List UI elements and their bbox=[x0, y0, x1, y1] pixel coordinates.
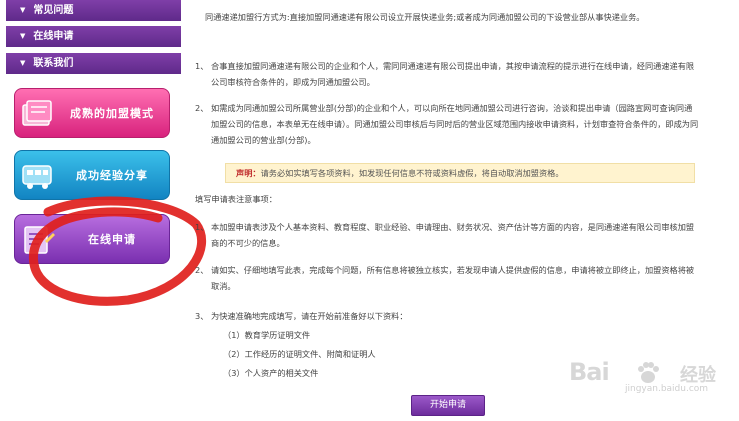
banner-online-apply[interactable]: 在线申请 bbox=[14, 214, 170, 264]
triangle-down-icon: ▼ bbox=[20, 59, 26, 67]
nav-online-apply[interactable]: ▼ 在线申请 bbox=[6, 26, 181, 47]
start-apply-button[interactable]: 开始申请 bbox=[411, 395, 485, 416]
nav-contact[interactable]: ▼ 联系我们 bbox=[6, 53, 181, 74]
nav-faq-label: 常见问题 bbox=[33, 5, 74, 16]
rule-text: 本加盟申请表涉及个人基本资料、教育程度、职业经验、申请理由、财务状况、资产估计等… bbox=[211, 222, 695, 248]
paw-icon bbox=[638, 362, 659, 383]
banner-success-sharing-label: 成功经验分享 bbox=[76, 169, 148, 182]
item-number: 2、 bbox=[195, 103, 209, 113]
triangle-down-icon: ▼ bbox=[20, 6, 26, 14]
watermark-url: jingyan.baidu.com bbox=[625, 384, 709, 394]
item-text: 合事直接加盟同通速递有限公司的企业和个人，需同同通速递有限公司提出申请，其按申请… bbox=[211, 61, 695, 87]
rule-number: 2、 bbox=[195, 265, 209, 275]
doc-item: （1）教育学历证明文件 bbox=[223, 330, 311, 340]
notice-prefix: 声明： bbox=[236, 168, 261, 178]
banner-online-apply-label: 在线申请 bbox=[88, 233, 136, 246]
item-text: 如需成为同通加盟公司所属营业部(分部)的企业和个人，可以向所在地同通加盟公司进行… bbox=[211, 103, 699, 145]
notice-box: 声明：请务必如实填写各项资料，如发现任何信息不符或资料虚假，将自动取消加盟资格。 bbox=[225, 163, 695, 183]
banner-franchise-model-label: 成熟的加盟模式 bbox=[70, 107, 154, 120]
nav-faq[interactable]: ▼ 常见问题 bbox=[6, 0, 181, 21]
rule-text: 为快速准确地完成填写，请在开始前准备好以下资料： bbox=[211, 311, 408, 321]
baidu-watermark: Bai 经验 jingyan.baidu.com bbox=[565, 354, 735, 398]
notice-text: 请务必如实填写各项资料，如发现任何信息不符或资料虚假，将自动取消加盟资格。 bbox=[260, 168, 564, 178]
rule-text: 请如实、仔细地填写此表，完成每个问题，所有信息将被独立核实，若发现申请人提供虚假… bbox=[211, 265, 695, 291]
book-icon bbox=[22, 100, 52, 126]
section-title: 填写申请表注意事项： bbox=[195, 194, 277, 204]
nav-contact-label: 联系我们 bbox=[33, 58, 74, 69]
item-number: 1、 bbox=[195, 61, 209, 71]
triangle-down-icon: ▼ bbox=[20, 32, 26, 40]
banner-franchise-model[interactable]: 成熟的加盟模式 bbox=[14, 88, 170, 138]
form-icon bbox=[24, 226, 55, 254]
rule-number: 3、 bbox=[195, 311, 209, 321]
bus-icon bbox=[22, 165, 52, 189]
sidebar: ▼ 常见问题 ▼ 在线申请 ▼ 联系我们 成熟的加盟模式 成功经验分享 在线申请 bbox=[0, 0, 185, 421]
doc-item: （2）工作经历的证明文件、附简和证明人 bbox=[223, 349, 376, 359]
rule-number: 1、 bbox=[195, 222, 209, 232]
doc-item: （3）个人资产的相关文件 bbox=[223, 368, 319, 378]
watermark-brand: Bai bbox=[569, 358, 610, 386]
nav-online-apply-label: 在线申请 bbox=[33, 31, 74, 42]
banner-success-sharing[interactable]: 成功经验分享 bbox=[14, 150, 170, 200]
intro-text: 同通速递加盟行方式为:直接加盟同通速递有限公司设立开展快递业务;或者成为同通加盟… bbox=[205, 12, 645, 22]
